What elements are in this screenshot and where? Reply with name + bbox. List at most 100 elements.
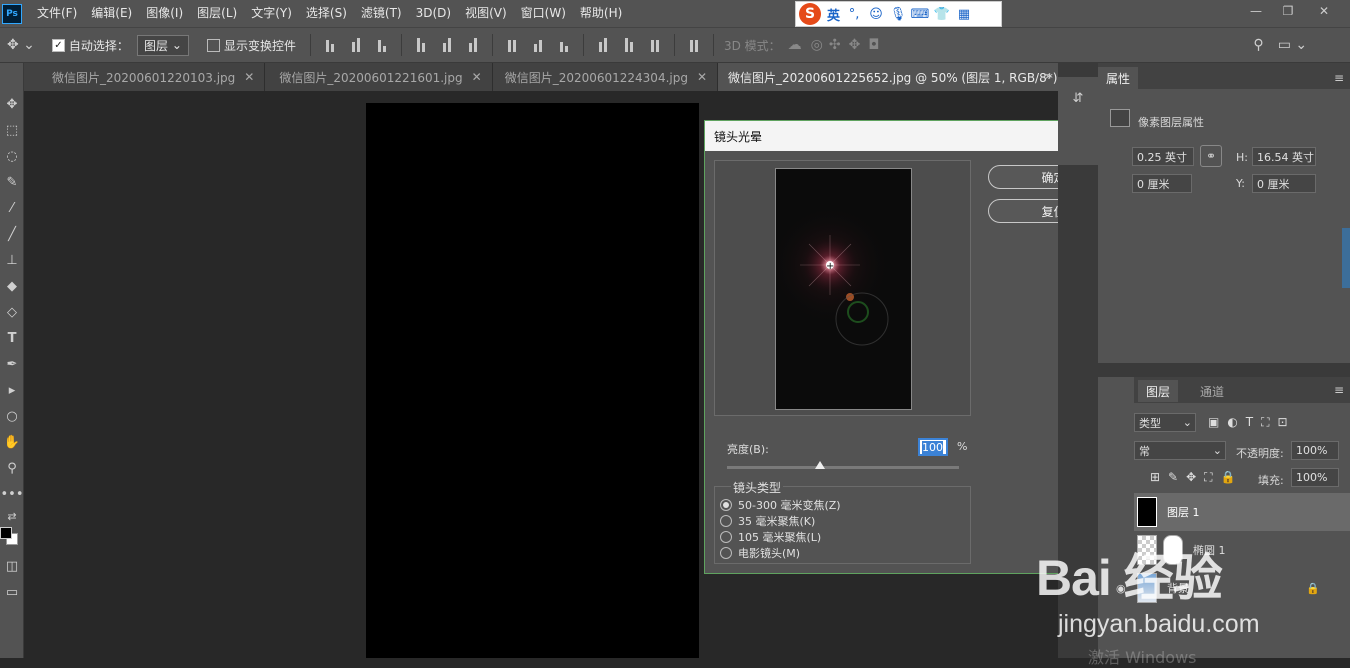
restore-icon[interactable]: ❐ xyxy=(1272,0,1304,22)
lens-option-35mm[interactable]: 35 毫米聚焦(K) xyxy=(720,513,815,529)
auto-select-checkbox[interactable]: ✓ xyxy=(51,38,65,52)
move-tool-icon[interactable]: ✥ ⌄ xyxy=(7,37,35,53)
layer-row[interactable]: 图层 1 xyxy=(1134,493,1350,531)
close-window-icon[interactable]: ✕ xyxy=(1308,0,1340,22)
distribute-left-icon[interactable] xyxy=(595,38,611,52)
lens-option-movie[interactable]: 电影镜头(M) xyxy=(720,545,800,561)
align-top-icon[interactable] xyxy=(322,38,338,52)
eyedropper-tool-icon[interactable]: ⁄ xyxy=(0,195,24,221)
distribute-top-icon[interactable] xyxy=(504,38,520,52)
show-transform-checkbox[interactable] xyxy=(206,38,220,52)
stamp-tool-icon[interactable]: ⊥ xyxy=(0,247,24,273)
menu-edit[interactable]: 编辑(E) xyxy=(84,0,139,27)
blend-mode-dropdown[interactable]: 常 ⌄ xyxy=(1134,441,1226,460)
width-field[interactable]: 0.25 英寸 xyxy=(1132,147,1194,166)
tab-document-4[interactable]: 微信图片_20200601225652.jpg @ 50% (图层 1, RGB… xyxy=(718,63,1098,91)
quick-select-tool-icon[interactable]: ✎ xyxy=(0,169,24,195)
lens-option-105mm[interactable]: 105 毫米聚焦(L) xyxy=(720,529,821,545)
mic-icon[interactable]: 🎙 xyxy=(890,6,907,22)
grid-icon[interactable]: ▦ xyxy=(956,6,972,22)
brightness-input[interactable]: 100 xyxy=(918,438,948,456)
layer-filter-icons[interactable]: ▣◐T⛶⊡ xyxy=(1208,415,1296,430)
auto-align-icon[interactable] xyxy=(686,38,702,52)
menu-type[interactable]: 文字(Y) xyxy=(244,0,299,27)
distribute-right-icon[interactable] xyxy=(647,38,663,52)
shirt-icon[interactable]: 👕 xyxy=(934,6,950,22)
more-tools-icon[interactable]: ••• xyxy=(0,481,24,507)
menu-select[interactable]: 选择(S) xyxy=(299,0,354,27)
history-panel-icon[interactable]: ⇵ xyxy=(1058,85,1098,111)
close-tab-icon[interactable]: ✕ xyxy=(244,70,254,84)
swap-colors-icon[interactable]: ⇄ xyxy=(0,507,24,525)
tab-document-2[interactable]: 微信图片_20200601221601.jpg ✕ xyxy=(265,63,493,91)
more-tabs-icon[interactable]: » xyxy=(1045,69,1052,83)
opacity-field[interactable]: 100% xyxy=(1291,441,1339,460)
brightness-slider[interactable] xyxy=(727,461,959,469)
tab-properties[interactable]: 属性 xyxy=(1098,67,1139,89)
text-tool-icon[interactable]: T xyxy=(0,325,24,351)
scrollbar[interactable] xyxy=(1342,228,1350,288)
x-field[interactable]: 0 厘米 xyxy=(1132,174,1192,193)
height-field[interactable]: 16.54 英寸 xyxy=(1252,147,1316,166)
emoji-icon[interactable]: ☺ xyxy=(868,6,884,22)
flare-preview-image[interactable]: + xyxy=(775,168,912,410)
brightness-slider-handle[interactable] xyxy=(814,461,825,469)
tab-document-3[interactable]: 微信图片_20200601224304.jpg ✕ xyxy=(493,63,719,91)
menu-layer[interactable]: 图层(L) xyxy=(190,0,244,27)
ellipse-tool-icon[interactable]: ○ xyxy=(0,403,24,429)
punct-icon[interactable]: °, xyxy=(846,6,862,22)
layer-filter-dropdown[interactable]: 类型 ⌄ xyxy=(1134,413,1196,432)
align-right-icon[interactable] xyxy=(465,38,481,52)
menu-3d[interactable]: 3D(D) xyxy=(409,0,458,27)
crosshair-icon[interactable]: + xyxy=(826,261,834,272)
color-swatches[interactable] xyxy=(0,525,23,553)
fill-field[interactable]: 100% xyxy=(1291,468,1339,487)
radio[interactable] xyxy=(720,531,732,543)
radio[interactable] xyxy=(720,515,732,527)
panel-menu-icon[interactable]: ≡ xyxy=(1334,383,1344,397)
distribute-hcenter-icon[interactable] xyxy=(621,38,637,52)
lens-option-zoom[interactable]: 50-300 毫米变焦(Z) xyxy=(720,497,841,513)
auto-select-dropdown[interactable]: 图层 ⌄ xyxy=(136,34,189,56)
radio-selected[interactable] xyxy=(720,499,732,511)
document-canvas[interactable] xyxy=(366,103,699,658)
hand-tool-icon[interactable]: ✋ xyxy=(0,429,24,455)
distribute-vcenter-icon[interactable] xyxy=(530,38,546,52)
y-field[interactable]: 0 厘米 xyxy=(1252,174,1316,193)
lock-icons[interactable]: ⊞✎✥⛶🔒 xyxy=(1150,470,1244,485)
lasso-tool-icon[interactable]: ◌ xyxy=(0,143,24,169)
align-vcenter-icon[interactable] xyxy=(348,38,364,52)
close-tab-icon[interactable]: ✕ xyxy=(472,70,482,84)
marquee-tool-icon[interactable]: ⬚ xyxy=(0,117,24,143)
path-select-tool-icon[interactable]: ▸ xyxy=(0,377,24,403)
quick-mask-icon[interactable]: ◫ xyxy=(0,553,24,579)
menu-view[interactable]: 视图(V) xyxy=(458,0,514,27)
ime-language[interactable]: 英 xyxy=(827,5,840,24)
sogou-logo-icon[interactable]: S xyxy=(799,3,821,25)
brush-tool-icon[interactable]: ╱ xyxy=(0,221,24,247)
eraser-tool-icon[interactable]: ◆ xyxy=(0,273,24,299)
tab-layers[interactable]: 图层 xyxy=(1138,380,1179,402)
pen-tool-icon[interactable]: ✒ xyxy=(0,351,24,377)
close-tab-icon[interactable]: ✕ xyxy=(697,70,707,84)
workspace-icon[interactable]: ▭ ⌄ xyxy=(1278,37,1307,53)
align-left-icon[interactable] xyxy=(413,38,429,52)
menu-filter[interactable]: 滤镜(T) xyxy=(354,0,409,27)
minimize-icon[interactable]: — xyxy=(1240,0,1272,22)
menu-image[interactable]: 图像(I) xyxy=(139,0,190,27)
bucket-tool-icon[interactable]: ◇ xyxy=(0,299,24,325)
panel-menu-icon[interactable]: ≡ xyxy=(1334,71,1344,85)
align-hcenter-icon[interactable] xyxy=(439,38,455,52)
menu-help[interactable]: 帮助(H) xyxy=(573,0,629,27)
menu-window[interactable]: 窗口(W) xyxy=(514,0,573,27)
menu-file[interactable]: 文件(F) xyxy=(30,0,84,27)
zoom-tool-icon[interactable]: ⚲ xyxy=(0,455,24,481)
keyboard-icon[interactable]: ⌨ xyxy=(911,6,930,22)
distribute-bottom-icon[interactable] xyxy=(556,38,572,52)
radio[interactable] xyxy=(720,547,732,559)
move-tool-icon[interactable]: ✥ xyxy=(0,91,24,117)
tab-document-1[interactable]: 微信图片_20200601220103.jpg ✕ xyxy=(24,63,266,91)
align-bottom-icon[interactable] xyxy=(374,38,390,52)
screen-mode-icon[interactable]: ▭ xyxy=(0,579,24,605)
search-icon[interactable]: ⚲ xyxy=(1253,37,1263,53)
